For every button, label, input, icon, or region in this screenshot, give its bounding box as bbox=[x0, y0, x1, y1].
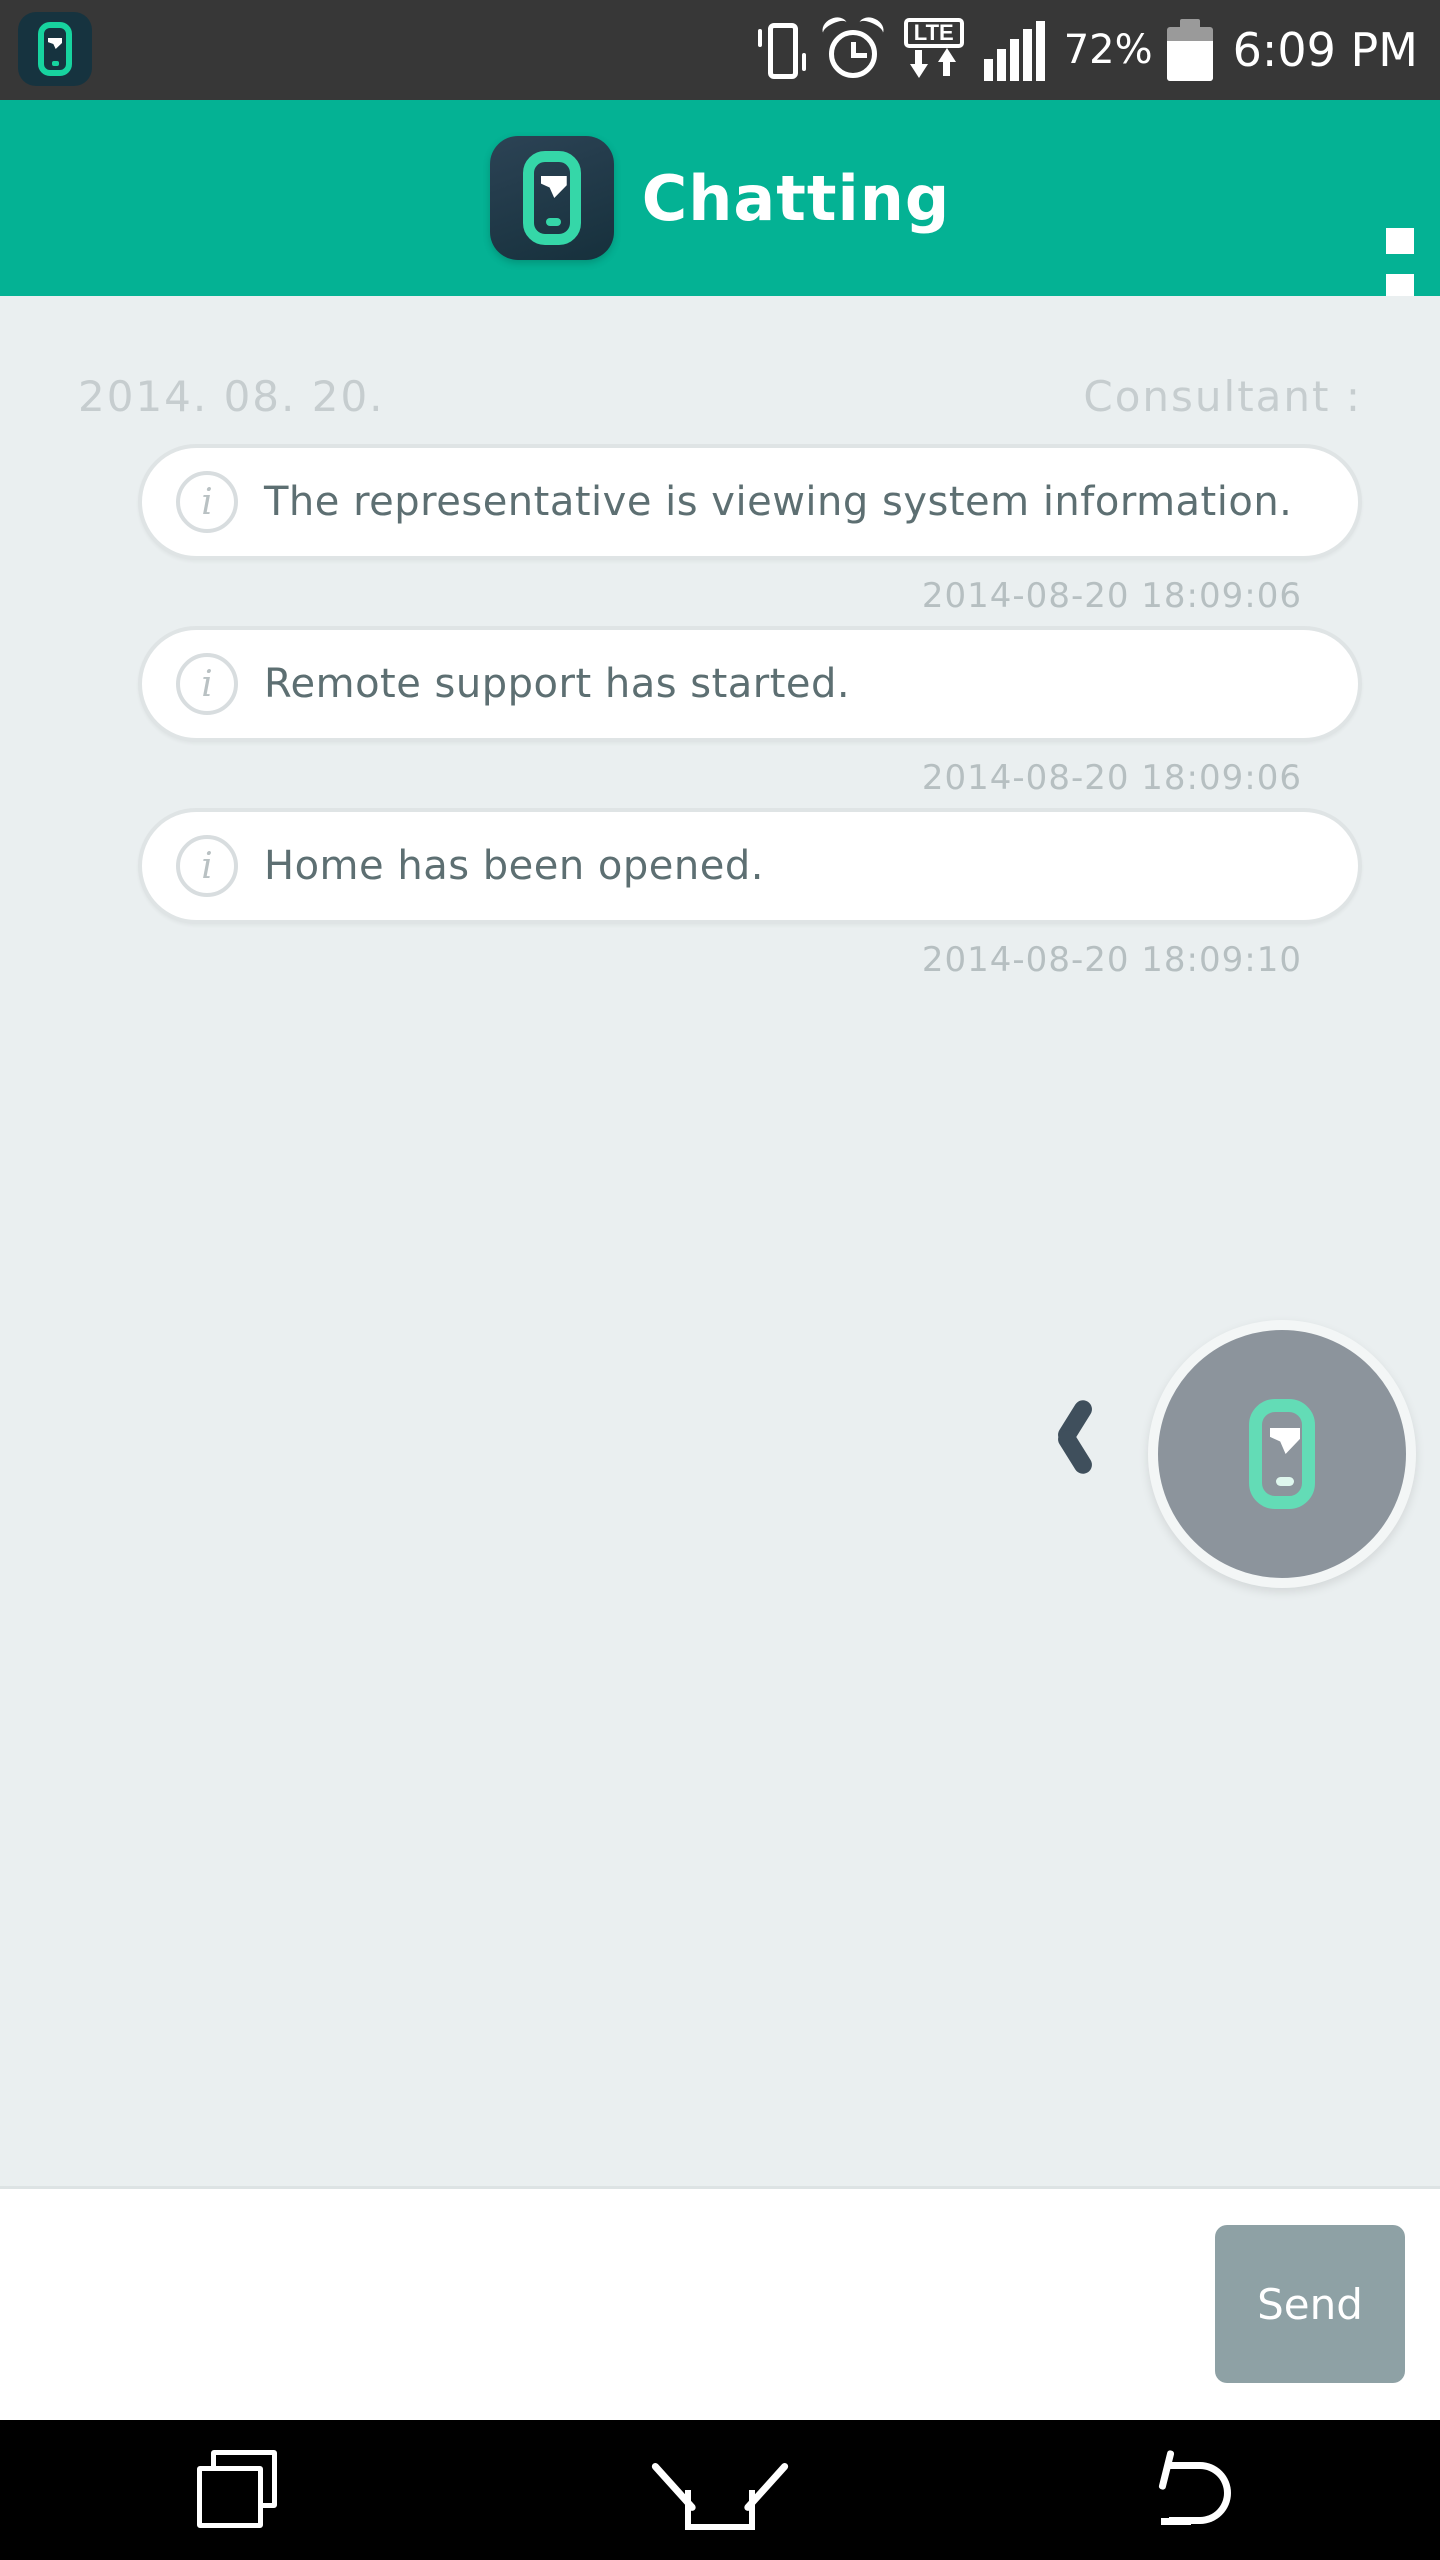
home-icon bbox=[650, 2450, 790, 2530]
info-icon: i bbox=[176, 835, 238, 897]
chat-date-label: 2014. 08. 20. bbox=[78, 371, 385, 421]
app-phone-icon bbox=[38, 22, 72, 76]
lte-label: LTE bbox=[903, 18, 964, 48]
system-nav-bar bbox=[0, 2420, 1440, 2560]
lte-data-icon: LTE bbox=[898, 16, 970, 84]
message-text: Home has been opened. bbox=[264, 843, 764, 889]
message-bubble[interactable]: i Remote support has started. bbox=[138, 626, 1362, 742]
message-list: i The representative is viewing system i… bbox=[0, 444, 1440, 990]
status-app-icon bbox=[18, 12, 92, 86]
message-timestamp: 2014-08-20 18:09:10 bbox=[921, 940, 1302, 980]
app-bar: Chatting bbox=[0, 100, 1440, 346]
status-bar: LTE 72% 6:09 PM bbox=[0, 0, 1440, 100]
chatting-app-logo-icon bbox=[489, 136, 614, 260]
message-timestamp: 2014-08-20 18:09:06 bbox=[921, 758, 1302, 798]
status-icons: LTE 72% 6:09 PM bbox=[754, 0, 1418, 100]
message-bubble[interactable]: i Home has been opened. bbox=[138, 808, 1362, 924]
nav-back-button[interactable] bbox=[1100, 2420, 1300, 2560]
back-icon bbox=[1155, 2449, 1245, 2530]
message-text: The representative is viewing system inf… bbox=[264, 479, 1293, 525]
chat-area: 2014. 08. 20. Consultant : i The represe… bbox=[0, 296, 1440, 2186]
remote-support-phone-icon[interactable] bbox=[1148, 1320, 1416, 1588]
message-item: i Home has been opened. 2014-08-20 18:09… bbox=[0, 808, 1440, 980]
page-title: Chatting bbox=[641, 161, 951, 235]
phone-bolt-glyph bbox=[48, 38, 62, 49]
battery-icon bbox=[1166, 19, 1213, 81]
signal-bars-icon bbox=[983, 19, 1050, 81]
message-timestamp: 2014-08-20 18:09:06 bbox=[921, 576, 1302, 616]
chevron-left-icon[interactable] bbox=[1054, 1396, 1114, 1478]
consultant-label: Consultant : bbox=[1083, 371, 1362, 421]
info-icon: i bbox=[176, 653, 238, 715]
vibrate-icon bbox=[754, 19, 808, 81]
message-bubble[interactable]: i The representative is viewing system i… bbox=[138, 444, 1362, 560]
message-item: i Remote support has started. 2014-08-20… bbox=[0, 626, 1440, 798]
phone-screen: LTE 72% 6:09 PM Chatting 2014. 08. 20. C… bbox=[0, 0, 1440, 2560]
nav-home-button[interactable] bbox=[620, 2420, 820, 2560]
battery-percent-label: 72% bbox=[1063, 27, 1153, 73]
message-input[interactable] bbox=[40, 2223, 1180, 2389]
phone-home-glyph bbox=[52, 61, 59, 66]
floating-support-zone bbox=[0, 1296, 1440, 1596]
message-item: i The representative is viewing system i… bbox=[0, 444, 1440, 616]
message-text: Remote support has started. bbox=[264, 661, 851, 707]
send-button[interactable]: Send bbox=[1215, 2225, 1405, 2383]
chat-meta-row: 2014. 08. 20. Consultant : bbox=[0, 368, 1440, 424]
info-icon: i bbox=[176, 471, 238, 533]
clock-label: 6:09 PM bbox=[1232, 23, 1418, 77]
recents-icon bbox=[197, 2450, 283, 2530]
alarm-clock-icon bbox=[818, 13, 887, 82]
nav-recents-button[interactable] bbox=[140, 2420, 340, 2560]
message-input-bar: Send bbox=[0, 2186, 1440, 2420]
app-bar-center: Chatting bbox=[0, 100, 1440, 296]
